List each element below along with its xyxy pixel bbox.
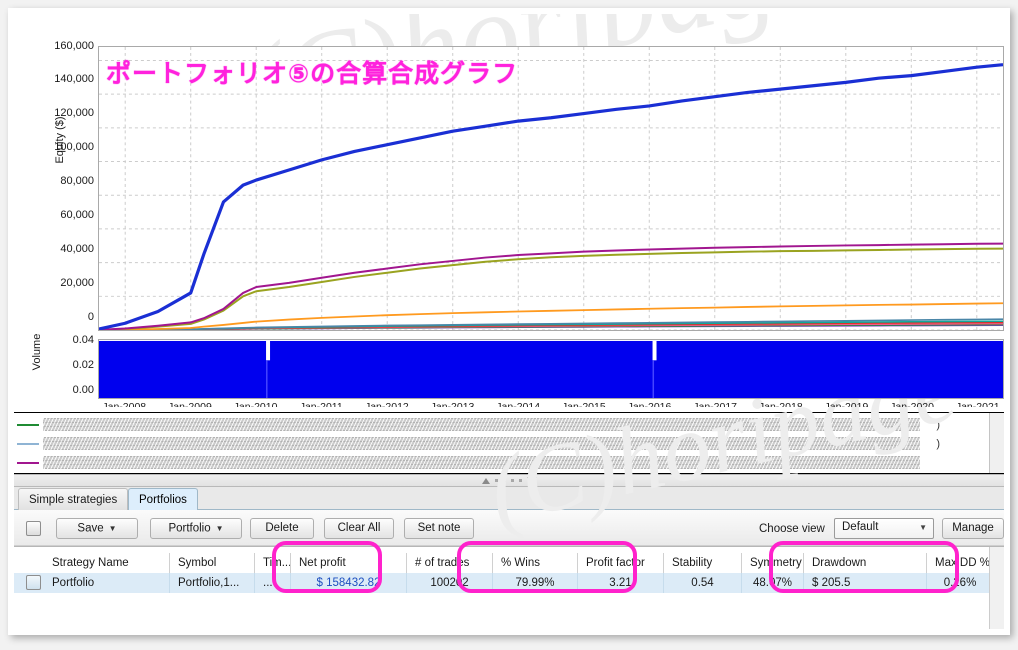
- legend-color-swatch: [17, 461, 39, 464]
- y-tick-20000: 20,000: [60, 277, 94, 289]
- table-header-profit-factor[interactable]: Profit factor: [578, 553, 664, 573]
- vol-tick-000: 0.00: [72, 384, 94, 396]
- x-tick-2020: Jan-2020: [890, 401, 934, 407]
- table-header-row: Strategy Name Symbol Tim... Net profit # of …: [14, 553, 1004, 573]
- table-header-symmetry[interactable]: Symmetry: [742, 553, 804, 573]
- legend-label-obscured: [43, 418, 920, 431]
- x-tick-2017: Jan-2017: [693, 401, 738, 407]
- select-all-checkbox[interactable]: [26, 521, 41, 536]
- equity-axis-label: Equity ($): [54, 116, 66, 164]
- page-surface: (C)horipage 160,000 140,000 120,000 100,…: [8, 8, 1010, 635]
- panel-splitter[interactable]: [14, 474, 1004, 487]
- legend-item[interactable]: ): [14, 415, 1004, 434]
- table-header-drawdown[interactable]: Drawdown: [804, 553, 927, 573]
- table-header-wins[interactable]: % Wins: [493, 553, 578, 573]
- chevron-down-icon: ▼: [108, 524, 117, 533]
- chevron-down-icon: ▼: [215, 524, 224, 533]
- splitter-dot: [494, 479, 498, 482]
- x-tick-2016: Jan-2016: [627, 401, 672, 407]
- splitter-dot: [518, 479, 522, 482]
- x-tick-2010: Jan-2010: [233, 401, 278, 407]
- tab-portfolios[interactable]: Portfolios: [128, 488, 198, 510]
- tab-bar: Simple strategies Portfolios: [14, 487, 1004, 510]
- portfolio-toolbar: Save ▼ Portfolio ▼ Delete Clear All Set no…: [14, 510, 1004, 546]
- table-header-symbol[interactable]: Symbol: [170, 553, 255, 573]
- save-button[interactable]: Save ▼: [56, 518, 138, 539]
- table-cell-drawdown: $ 205.5: [804, 573, 927, 593]
- series-strategy-olive: [99, 247, 1003, 330]
- table-cell-checkbox[interactable]: [14, 573, 44, 593]
- equity-chart-panel: (C)horipage 160,000 140,000 120,000 100,…: [14, 14, 1004, 407]
- x-tick-2012: Jan-2012: [364, 401, 409, 407]
- table-header-strategy-name[interactable]: Strategy Name: [44, 553, 170, 573]
- choose-view-label: Choose view: [759, 523, 825, 535]
- table-cell-profit-factor: 3.21: [578, 573, 664, 593]
- legend-label-obscured: [43, 456, 920, 469]
- table-header-max-dd[interactable]: Max DD %: [927, 553, 994, 573]
- table-header-checkbox-col: [14, 553, 44, 573]
- x-tick-2008: Jan-2008: [102, 401, 147, 407]
- save-button-label: Save: [77, 522, 104, 535]
- collapse-down-icon[interactable]: [526, 477, 537, 484]
- table-cell-pct-wins: 79.99%: [493, 573, 578, 593]
- legend-label-tail: ): [936, 418, 940, 431]
- volume-plot-area: [98, 339, 1004, 399]
- application-window: (C)horipage 160,000 140,000 120,000 100,…: [0, 0, 1018, 650]
- splitter-dot: [510, 479, 514, 482]
- chart-title: ポートフォリオ⑤の合算合成グラフ: [106, 60, 519, 88]
- legend-label-obscured: [43, 437, 920, 450]
- x-tick-2015: Jan-2015: [561, 401, 606, 407]
- legend-item[interactable]: ): [14, 434, 1004, 453]
- tab-simple-strategies[interactable]: Simple strategies: [18, 488, 129, 510]
- table-header-net-profit[interactable]: Net profit: [291, 553, 407, 573]
- y-tick-0: 0: [87, 311, 94, 323]
- volume-axis-label: Volume: [31, 333, 43, 371]
- table-row[interactable]: Portfolio Portfolio,1...... $ 158432.82 100…: [14, 573, 1004, 593]
- set-note-button[interactable]: Set note: [404, 518, 474, 539]
- splitter-dot: [502, 479, 506, 482]
- table-cell-strategy-name: Portfolio: [44, 573, 170, 593]
- table-cell-symbol: Portfolio,1...: [170, 573, 255, 593]
- y-tick-160000: 160,000: [54, 40, 94, 52]
- y-tick-40000: 40,000: [60, 243, 94, 255]
- clear-all-button[interactable]: Clear All: [324, 518, 394, 539]
- table-cell-num-trades: 100202: [407, 573, 493, 593]
- portfolio-button-label: Portfolio: [168, 522, 211, 535]
- legend-color-swatch: [17, 442, 39, 445]
- series-portfolio-total: [99, 63, 1003, 330]
- portfolio-button[interactable]: Portfolio ▼: [150, 518, 242, 539]
- portfolio-results-table: Strategy Name Symbol Tim... Net profit # of …: [14, 546, 1004, 629]
- x-tick-2018: Jan-2018: [758, 401, 803, 407]
- legend-item[interactable]: [14, 453, 1004, 472]
- view-select-value: Default: [842, 521, 879, 533]
- legend-label-tail: ): [936, 437, 940, 450]
- x-tick-2011: Jan-2011: [299, 401, 343, 407]
- x-tick-2009: Jan-2009: [168, 401, 212, 407]
- delete-button[interactable]: Delete: [250, 518, 314, 539]
- table-scrollbar[interactable]: [989, 547, 1004, 629]
- table-cell-max-dd-pct: 0.26%: [927, 573, 994, 593]
- x-tick-2014: Jan-2014: [496, 401, 541, 407]
- legend-color-swatch: [17, 423, 39, 426]
- table-header-tim[interactable]: Tim...: [255, 553, 291, 573]
- table-cell-timeframe: ...: [255, 573, 291, 593]
- collapse-up-icon[interactable]: [481, 477, 490, 484]
- chevron-down-icon: ▼: [919, 523, 927, 532]
- x-tick-2021: Jan-2021: [955, 401, 1000, 407]
- view-select[interactable]: Default ▼: [834, 518, 934, 539]
- table-cell-symmetry: 48.07%: [742, 573, 804, 593]
- table-header-stability[interactable]: Stability: [664, 553, 742, 573]
- table-header-of-trades[interactable]: # of trades: [407, 553, 493, 573]
- y-tick-60000: 60,000: [60, 209, 94, 221]
- x-tick-2013: Jan-2013: [430, 401, 475, 407]
- manage-button[interactable]: Manage: [942, 518, 1004, 539]
- x-tick-2019: Jan-2019: [824, 401, 869, 407]
- row-checkbox[interactable]: [26, 575, 41, 590]
- table-cell-stability: 0.54: [664, 573, 742, 593]
- chart-x-axis: Jan-2008 Jan-2009 Jan-2010 Jan-2011 Jan-2012…: [98, 401, 1004, 407]
- legend-panel[interactable]: )): [14, 412, 1004, 474]
- table-cell-net-profit: $ 158432.82: [291, 573, 407, 593]
- legend-scrollbar[interactable]: [989, 413, 1004, 473]
